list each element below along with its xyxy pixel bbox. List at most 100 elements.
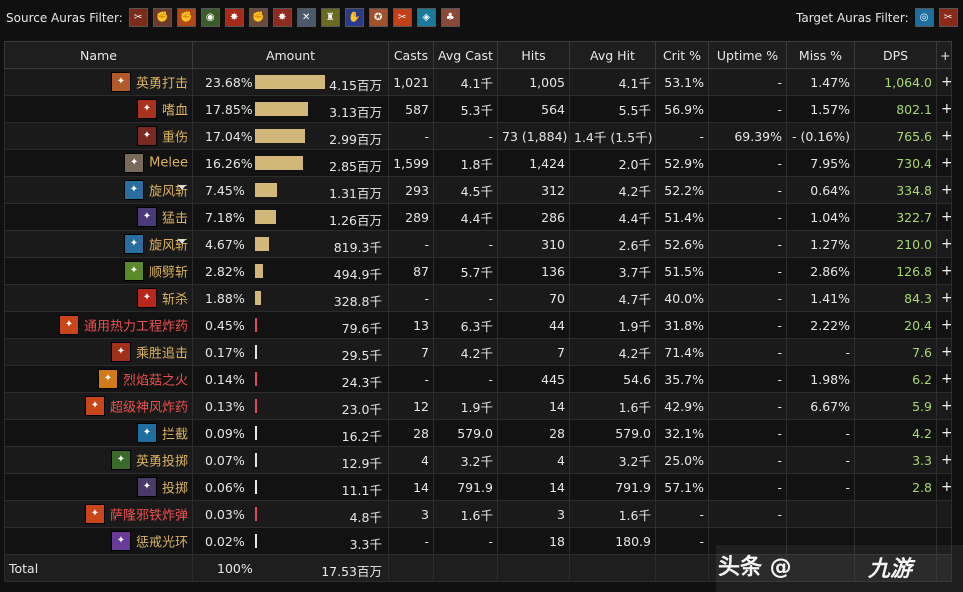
expand-row-button[interactable]: + [936,203,952,231]
table-row[interactable]: ✦ 旋风斩 7.45% 1.31百万 293 4.5千 312 4.2千 52.2% -0.64%… [4,176,952,204]
amount-bar [255,183,278,197]
table-row[interactable]: ✦ Melee 16.26% 2.85百万 1,599 1.8千 1,424 2.0千 52.9… [4,149,952,177]
claw-slash-icon[interactable]: ✂ [128,8,148,27]
ability-cell[interactable]: ✦ 重伤 [4,122,193,150]
column-header-miss[interactable]: Miss % [786,41,855,69]
expand-row-button[interactable]: + [936,473,952,501]
column-header-avg-hit[interactable]: Avg Hit [569,41,656,69]
column-header-avg-cast[interactable]: Avg Cast [433,41,498,69]
flaming-fist-icon[interactable]: ✊ [176,8,196,27]
fire-slash-icon[interactable]: ✂ [392,8,412,27]
amount-value: 11.1千 [341,483,382,498]
ability-cell[interactable]: ✦ 投掷 [4,473,193,501]
ability-cell[interactable]: ✦ 超级神风炸药 [4,392,193,420]
expand-row-button[interactable]: + [936,176,952,204]
ability-cell[interactable]: ✦ 英勇投掷 [4,446,193,474]
crit-cell: 40.0% [655,284,709,312]
table-row[interactable]: ✦ 嗜血 17.85% 3.13百万 587 5.3千 564 5.5千 56.9% -1.57%… [4,95,952,123]
shout-icon[interactable]: ◉ [200,8,220,27]
bomb-icon: ✦ [84,396,105,416]
bleed-icon[interactable]: ✂ [938,8,958,27]
fist-icon[interactable]: ✊ [152,8,172,27]
expand-row-button[interactable]: + [936,149,952,177]
expand-row-button[interactable]: + [936,284,952,312]
avg-hit-cell: 2.0千 [569,149,656,177]
column-header-expand[interactable]: + [936,41,952,69]
miss-cell: 1.41% [786,284,855,312]
table-row[interactable]: ✦ 英勇打击 23.68% 4.15百万 1,021 4.1千 1,005 4.1千 53.1%… [4,68,952,96]
mushroom-fire-icon: ✦ [97,369,118,389]
table-row[interactable]: ✦ 顺劈斩 2.82% 494.9千 87 5.7千 136 3.7千 51.5% -2.86% 1… [4,257,952,285]
column-header-name[interactable]: Name [4,41,193,69]
table-row[interactable]: ✦烈焰菇之火0.14%24.3千--44554.635.7%-1.98%6.2+ [4,365,952,393]
expand-row-button[interactable]: + [936,122,952,150]
column-header-amount[interactable]: Amount [192,41,389,69]
amount-bar [255,507,257,521]
expand-row-button[interactable]: + [936,446,952,474]
column-header-uptime[interactable]: Uptime % [708,41,787,69]
ability-cell[interactable]: ✦ 萨隆邪铁炸弹 [4,500,193,528]
mage-hand-icon[interactable]: ✋ [344,8,364,27]
ability-cell[interactable]: ✦ 斩杀 [4,284,193,312]
ability-cell[interactable]: ✦ 旋风斩 [4,176,193,204]
expand-row-button[interactable]: + [936,392,952,420]
crit-cell: 52.2% [655,176,709,204]
whirlwind-icon: ✦ [123,234,144,254]
table-row[interactable]: ✦斩杀1.88%328.8千--704.7千40.0%-1.41%84.3+ [4,284,952,312]
column-header-dps[interactable]: DPS [854,41,937,69]
expand-row-button[interactable] [936,500,952,528]
table-row[interactable]: ✦ 旋风斩 4.67% 819.3千 - -310 2.6千 52.6% -1.27% 210.0… [4,230,952,258]
expand-row-button[interactable]: + [936,338,952,366]
table-row[interactable]: ✦ 重伤 17.04% 2.99百万 - -73 (1,884) 1.4千 (1.5千) -6… [4,122,952,150]
amount-percent: 4.67% [205,237,245,252]
ability-cell[interactable]: ✦ 嗜血 [4,95,193,123]
table-row[interactable]: ✦投掷0.06%11.1千14791.914791.957.1%--2.8+ [4,473,952,501]
table-row[interactable]: ✦ 猛击 7.18% 1.26百万 289 4.4千 286 4.4千 51.4% -1.04% 3… [4,203,952,231]
expand-row-button[interactable]: + [936,68,952,96]
berserker-icon[interactable]: ✸ [272,8,292,27]
ability-cell[interactable]: ✦ 乘胜追击 [4,338,193,366]
table-row[interactable]: ✦ 通用热力工程炸药 0.45% 79.6千 13 6.3千 44 1.9千 31.8% -2.2… [4,311,952,339]
ability-cell[interactable]: ✦ Melee [4,149,193,177]
expand-row-button[interactable]: + [936,257,952,285]
expand-row-button[interactable]: + [936,95,952,123]
table-row[interactable]: ✦ 超级神风炸药 0.13% 23.0千 12 1.9千 14 1.6千 42.9% -6.67%… [4,392,952,420]
amount-bar [255,453,257,467]
column-header-casts[interactable]: Casts [388,41,434,69]
whirlwind-icon[interactable]: ◎ [914,8,934,27]
table-row[interactable]: ✦ 萨隆邪铁炸弹 0.03% 4.8千 3 1.6千 3 1.6千 - - [4,500,952,528]
ability-cell[interactable]: ✦ 英勇打击 [4,68,193,96]
ability-cell[interactable]: ✦ 通用热力工程炸药 [4,311,193,339]
battle-stance-icon[interactable]: ♜ [320,8,340,27]
rune-icon[interactable]: ◈ [416,8,436,27]
table-row[interactable]: ✦英勇投掷0.07%12.9千43.2千43.2千25.0%--3.3+ [4,446,952,474]
chevron-down-icon[interactable] [178,185,186,190]
ability-cell[interactable]: ✦ 顺劈斩 [4,257,193,285]
chevron-down-icon[interactable] [178,239,186,244]
arm-icon[interactable]: ✊ [248,8,268,27]
expand-row-button[interactable]: + [936,311,952,339]
enrage-icon[interactable]: ✸ [224,8,244,27]
heroism-icon[interactable]: ✪ [368,8,388,27]
dps-cell: 1,064.0 [854,68,937,96]
expand-row-button[interactable]: + [936,419,952,447]
ability-cell[interactable]: ✦ 烈焰菇之火 [4,365,193,393]
totem-icon[interactable]: ♣ [440,8,460,27]
expand-row-button[interactable]: + [936,365,952,393]
expand-row-button[interactable]: + [936,230,952,258]
crossed-axes-icon[interactable]: ✕ [296,8,316,27]
ability-cell[interactable]: ✦ 旋风斩 [4,230,193,258]
avg-hit-cell: 4.2千 [569,338,656,366]
crit-cell: 51.4% [655,203,709,231]
miss-cell: 1.47% [786,68,855,96]
ability-cell[interactable]: ✦ 猛击 [4,203,193,231]
ability-cell[interactable]: ✦ 惩戒光环 [4,527,193,555]
table-row[interactable]: ✦拦截0.09%16.2千28579.028579.032.1%--4.2+ [4,419,952,447]
table-row[interactable]: ✦乘胜追击0.17%29.5千74.2千74.2千71.4%--7.6+ [4,338,952,366]
watermark-text: 头条 @ [718,555,792,580]
ability-cell[interactable]: ✦ 拦截 [4,419,193,447]
column-header-hits[interactable]: Hits [497,41,570,69]
column-header-crit[interactable]: Crit % [655,41,709,69]
amount-percent: 0.13% [205,399,245,414]
amount-percent: 0.07% [205,453,245,468]
